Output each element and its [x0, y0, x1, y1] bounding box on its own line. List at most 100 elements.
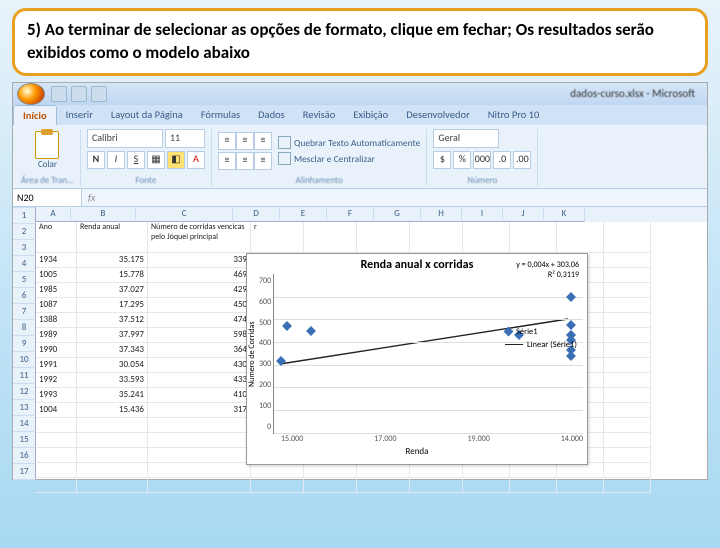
data-cell[interactable]: 37.997	[77, 327, 148, 343]
underline-button[interactable]: S	[127, 151, 145, 169]
embedded-chart[interactable]: Renda anual x corridas y = 0,004x + 303,…	[246, 253, 588, 465]
data-cell[interactable]: 317	[148, 402, 251, 418]
data-cell[interactable]: 598	[148, 327, 251, 343]
tab-início[interactable]: Início	[13, 105, 57, 125]
col-header[interactable]: A	[36, 207, 71, 222]
currency-button[interactable]: $	[433, 151, 451, 169]
font-name-select[interactable]: Calibri	[87, 129, 163, 148]
header-cell[interactable]: Número de corridas vencicas pelo Jóquei …	[148, 222, 251, 253]
tab-fórmulas[interactable]: Fórmulas	[192, 105, 249, 125]
data-cell[interactable]: 1990	[36, 342, 77, 358]
col-header[interactable]: F	[327, 207, 374, 222]
col-header[interactable]: I	[462, 207, 503, 222]
row-header[interactable]: 12	[13, 384, 36, 400]
data-cell[interactable]: 1992	[36, 372, 77, 388]
tab-revisão[interactable]: Revisão	[294, 105, 345, 125]
border-button[interactable]: ▦	[147, 151, 165, 169]
row-header[interactable]: 15	[13, 432, 36, 448]
row-header[interactable]: 11	[13, 368, 36, 384]
percent-button[interactable]: %	[453, 151, 471, 169]
col-header[interactable]: E	[280, 207, 327, 222]
align-center-button[interactable]: ≡	[236, 152, 254, 170]
data-cell[interactable]: 364	[148, 342, 251, 358]
col-header[interactable]: K	[544, 207, 585, 222]
data-cell[interactable]: 469	[148, 267, 251, 283]
fx-icon[interactable]: fx	[82, 189, 101, 206]
data-cell[interactable]: 1087	[36, 297, 77, 313]
data-cell[interactable]: 1989	[36, 327, 77, 343]
data-cell[interactable]: 1004	[36, 402, 77, 418]
tab-dados[interactable]: Dados	[249, 105, 294, 125]
col-header[interactable]: C	[136, 207, 233, 222]
data-cell[interactable]: 37.512	[77, 312, 148, 328]
data-cell[interactable]: 1005	[36, 267, 77, 283]
name-box[interactable]: N20	[13, 189, 82, 206]
font-size-select[interactable]: 11	[165, 129, 205, 148]
bold-button[interactable]: N	[87, 151, 105, 169]
align-left-button[interactable]: ≡	[218, 152, 236, 170]
row-header[interactable]: 1	[13, 208, 36, 224]
row-header[interactable]: 2	[13, 224, 36, 240]
data-cell[interactable]: 1934	[36, 252, 77, 268]
row-header[interactable]: 6	[13, 288, 36, 304]
data-cell[interactable]: 30.054	[77, 357, 148, 373]
col-header[interactable]: B	[71, 207, 136, 222]
font-color-button[interactable]: A	[187, 151, 205, 169]
worksheet[interactable]: 1234567891011121314151617 ABCDEFGHIJK An…	[13, 207, 707, 479]
decrease-decimal-button[interactable]: .00	[513, 151, 531, 169]
tab-desenvolvedor[interactable]: Desenvolvedor	[397, 105, 479, 125]
tab-layout-da-página[interactable]: Layout da Página	[102, 105, 192, 125]
tab-exibição[interactable]: Exibição	[344, 105, 397, 125]
align-right-button[interactable]: ≡	[254, 152, 272, 170]
row-header[interactable]: 4	[13, 256, 36, 272]
qat-save-icon[interactable]	[51, 86, 67, 102]
paste-button[interactable]: Colar	[35, 131, 59, 170]
number-format-select[interactable]: Geral	[433, 129, 499, 148]
data-cell[interactable]: 37.027	[77, 282, 148, 298]
align-top-button[interactable]: ≡	[218, 132, 236, 150]
data-cell[interactable]: 35.175	[77, 252, 148, 268]
tab-nitro-pro-10[interactable]: Nitro Pro 10	[479, 105, 549, 125]
align-bottom-button[interactable]: ≡	[254, 132, 272, 150]
office-button[interactable]	[17, 83, 45, 105]
data-cell[interactable]: 17.295	[77, 297, 148, 313]
qat-undo-icon[interactable]	[71, 86, 87, 102]
data-cell[interactable]: 1388	[36, 312, 77, 328]
row-header[interactable]: 17	[13, 464, 36, 480]
italic-button[interactable]: I	[107, 151, 125, 169]
data-cell[interactable]: 430	[148, 357, 251, 373]
qat-redo-icon[interactable]	[91, 86, 107, 102]
data-cell[interactable]: 15.436	[77, 402, 148, 418]
row-header[interactable]: 7	[13, 304, 36, 320]
header-cell[interactable]: Ano	[36, 222, 77, 253]
fill-color-button[interactable]: ◧	[167, 151, 185, 169]
data-cell[interactable]: 433	[148, 372, 251, 388]
row-header[interactable]: 10	[13, 352, 36, 368]
data-cell[interactable]: 1985	[36, 282, 77, 298]
header-cell[interactable]: Renda anual	[77, 222, 148, 253]
header-cell[interactable]: r	[251, 222, 304, 253]
data-cell[interactable]: 37.343	[77, 342, 148, 358]
wrap-text-button[interactable]: Quebrar Texto Automaticamente	[278, 136, 420, 149]
data-cell[interactable]: 1991	[36, 357, 77, 373]
data-cell[interactable]: 429	[148, 282, 251, 298]
col-header[interactable]: H	[421, 207, 462, 222]
data-cell[interactable]: 450	[148, 297, 251, 313]
row-header[interactable]: 16	[13, 448, 36, 464]
row-header[interactable]: 13	[13, 400, 36, 416]
data-cell[interactable]: 410	[148, 387, 251, 403]
col-header[interactable]: J	[503, 207, 544, 222]
row-header[interactable]: 5	[13, 272, 36, 288]
col-header[interactable]: D	[233, 207, 280, 222]
row-header[interactable]: 3	[13, 240, 36, 256]
col-header[interactable]: G	[374, 207, 421, 222]
align-middle-button[interactable]: ≡	[236, 132, 254, 150]
comma-button[interactable]: 000	[473, 151, 491, 169]
data-cell[interactable]: 339	[148, 252, 251, 268]
tab-inserir[interactable]: Inserir	[57, 105, 102, 125]
row-header[interactable]: 8	[13, 320, 36, 336]
data-cell[interactable]: 15.778	[77, 267, 148, 283]
increase-decimal-button[interactable]: .0	[493, 151, 511, 169]
data-cell[interactable]: 33.593	[77, 372, 148, 388]
data-cell[interactable]: 1993	[36, 387, 77, 403]
